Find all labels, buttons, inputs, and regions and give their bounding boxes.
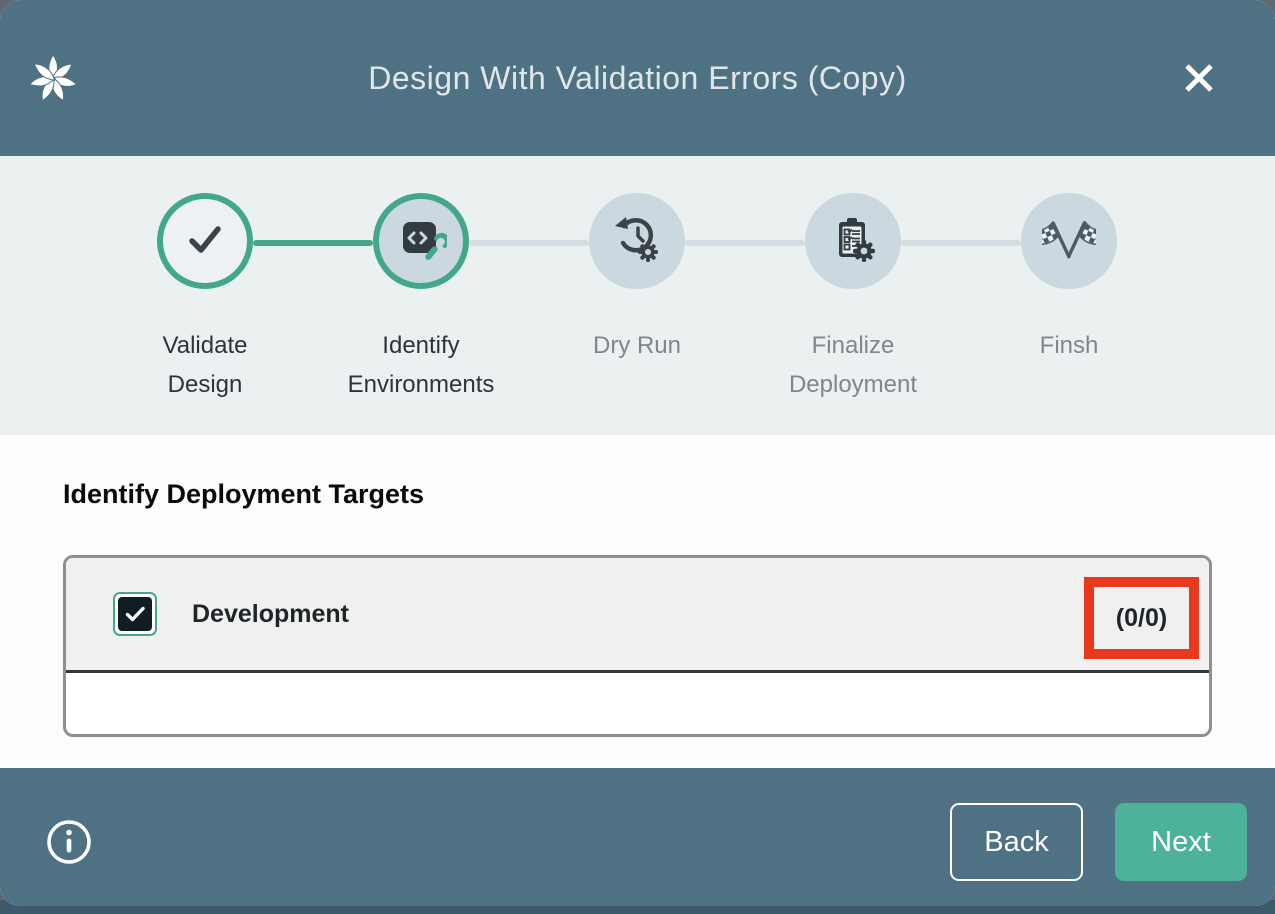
stepper-connector-3 [685, 240, 805, 246]
target-row-development[interactable]: Development (0/0) [66, 558, 1209, 673]
checkbox-check-icon [118, 597, 152, 631]
annotation-highlight-red-box: (0/0) [1084, 577, 1199, 659]
wizard-body: Identify Deployment Targets Development … [0, 435, 1275, 768]
code-window-wrench-icon [395, 213, 447, 270]
page-title: Identify Deployment Targets [63, 479, 424, 510]
back-button[interactable]: Back [950, 803, 1083, 881]
deployment-wizard-modal: Design With Validation Errors (Copy) [0, 0, 1275, 906]
checkered-flags-icon [1042, 212, 1096, 271]
step-finish[interactable] [1021, 193, 1117, 289]
history-gear-icon [611, 213, 663, 270]
step-dry-run[interactable] [589, 193, 685, 289]
info-icon[interactable] [45, 818, 93, 866]
step-label-finish: Finsh [989, 326, 1149, 365]
page-background: Design With Validation Errors (Copy) [0, 0, 1275, 914]
stepper-connector-2 [469, 240, 589, 246]
step-finalize-deployment[interactable] [805, 193, 901, 289]
step-label-identify-environments: Identify Environments [341, 326, 501, 404]
app-logo-icon [27, 52, 79, 104]
modal-header: Design With Validation Errors (Copy) [0, 0, 1275, 156]
next-button[interactable]: Next [1115, 803, 1247, 881]
deployment-targets-list: Development (0/0) [63, 555, 1212, 737]
development-checkbox[interactable] [113, 592, 157, 636]
step-label-finalize-deployment: Finalize Deployment [773, 326, 933, 404]
step-validate-design[interactable] [157, 193, 253, 289]
stepper-connector-4 [901, 240, 1021, 246]
stepper-connector-1 [253, 240, 373, 246]
modal-title: Design With Validation Errors (Copy) [368, 60, 906, 97]
modal-footer: Back Next [0, 768, 1275, 906]
step-identify-environments[interactable] [373, 193, 469, 289]
close-icon[interactable] [1171, 50, 1227, 106]
target-count-badge: (0/0) [1116, 604, 1167, 633]
step-label-dry-run: Dry Run [557, 326, 717, 365]
target-name-label: Development [192, 600, 349, 629]
check-icon [181, 215, 229, 268]
wizard-stepper: Validate Design Identify Environments [0, 156, 1275, 435]
step-label-validate-design: Validate Design [125, 326, 285, 404]
clipboard-gear-icon [827, 213, 879, 270]
